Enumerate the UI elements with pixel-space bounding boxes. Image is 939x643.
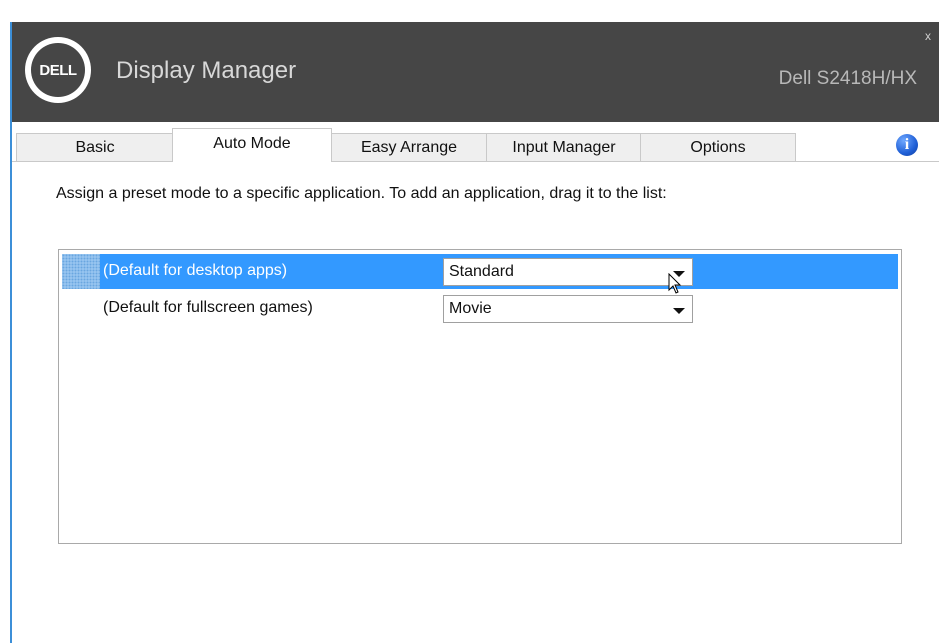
app-name-label: (Default for desktop apps) xyxy=(103,262,288,279)
tab-options[interactable]: Options xyxy=(640,133,796,161)
preset-mode-dropdown[interactable]: Standard xyxy=(443,258,693,286)
info-icon[interactable]: i xyxy=(896,134,918,156)
chevron-down-icon[interactable] xyxy=(673,308,685,314)
tab-divider xyxy=(12,161,939,162)
tab-easy-arrange[interactable]: Easy Arrange xyxy=(330,133,488,161)
instruction-text: Assign a preset mode to a specific appli… xyxy=(56,185,667,202)
list-item-fullscreen-games[interactable]: (Default for fullscreen games) Movie xyxy=(62,291,898,326)
title-bar[interactable]: DELL Display Manager Dell S2418H/HX x xyxy=(12,22,939,122)
tab-input-manager[interactable]: Input Manager xyxy=(486,133,642,161)
preset-mode-value: Standard xyxy=(449,263,514,280)
dell-logo: DELL xyxy=(25,37,91,103)
monitor-model: Dell S2418H/HX xyxy=(778,68,917,89)
app-name-label: (Default for fullscreen games) xyxy=(103,299,313,316)
dell-logo-text: DELL xyxy=(31,43,85,97)
close-button[interactable]: x xyxy=(925,29,931,43)
chevron-down-icon[interactable] xyxy=(673,271,685,277)
row-drag-handle[interactable] xyxy=(62,254,100,289)
preset-mode-dropdown[interactable]: Movie xyxy=(443,295,693,323)
tab-auto-mode[interactable]: Auto Mode xyxy=(172,128,332,162)
list-item-desktop-apps[interactable]: (Default for desktop apps) Standard xyxy=(62,254,898,289)
app-title: Display Manager xyxy=(116,57,297,84)
tab-basic[interactable]: Basic xyxy=(16,133,174,161)
application-list[interactable]: (Default for desktop apps) Standard (Def… xyxy=(58,249,902,544)
preset-mode-value: Movie xyxy=(449,300,492,317)
display-manager-window: DELL Display Manager Dell S2418H/HX x Ba… xyxy=(10,22,939,643)
